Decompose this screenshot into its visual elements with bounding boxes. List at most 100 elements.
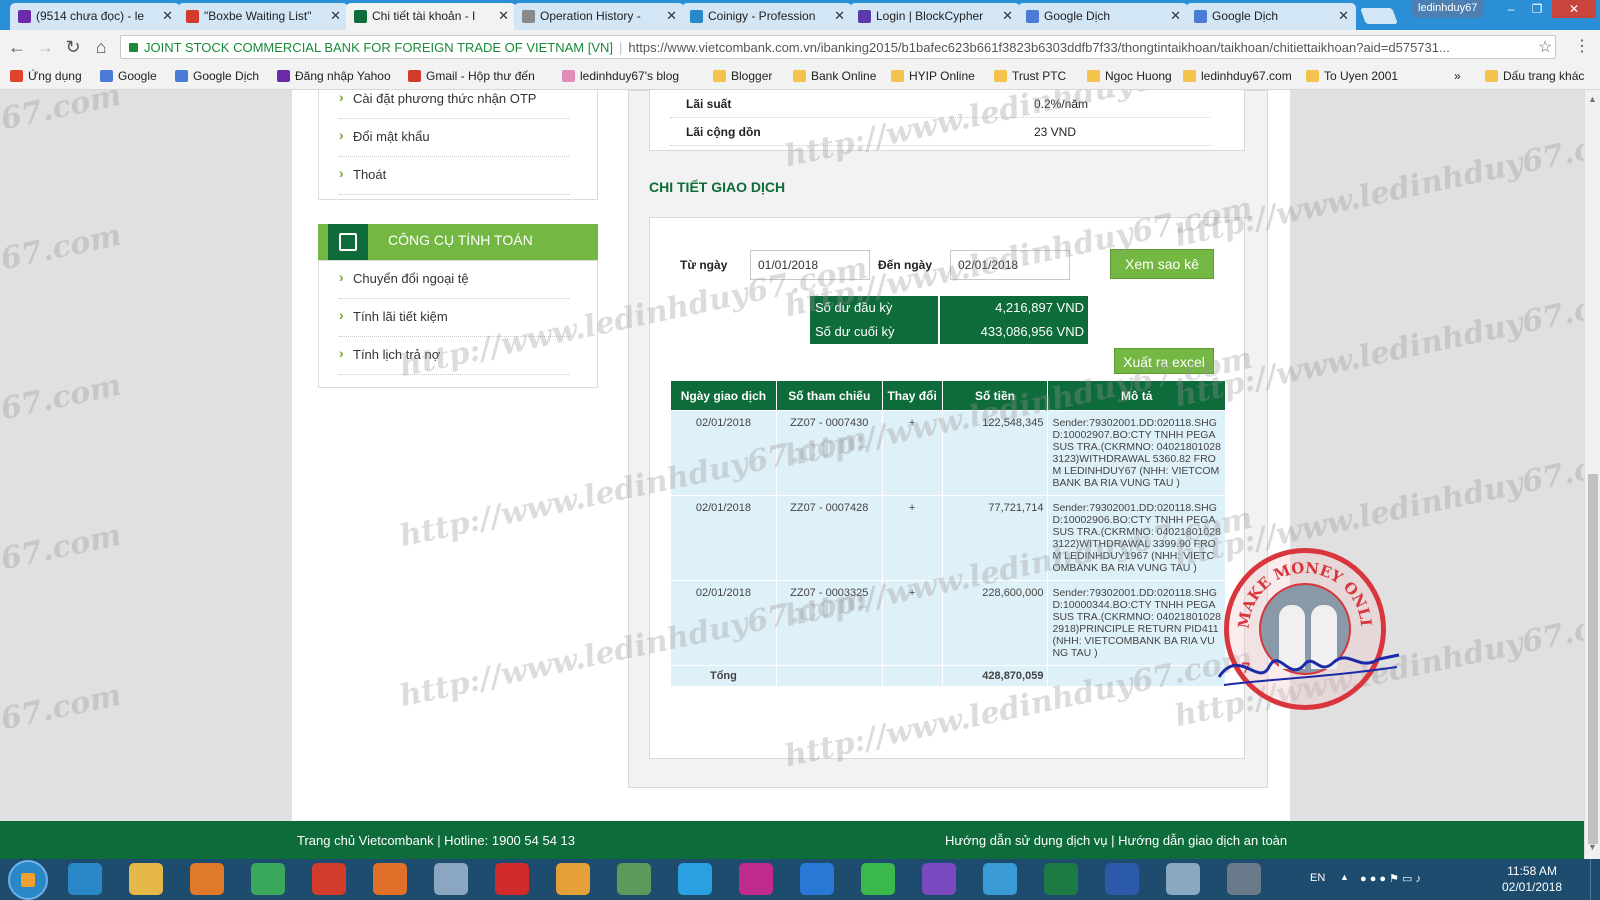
media-player-icon[interactable] xyxy=(190,863,224,895)
tab-close-icon[interactable]: ✕ xyxy=(330,8,341,24)
browser-tab[interactable]: Google Dịch ✕ xyxy=(1018,3,1188,30)
back-icon[interactable]: ← xyxy=(6,36,28,58)
forward-icon[interactable]: → xyxy=(34,36,56,58)
browser-tab[interactable]: Chi tiết tài khoản - I ✕ xyxy=(346,3,516,30)
tray-icons[interactable]: ● ● ● ⚑ ▭ ♪ xyxy=(1360,872,1421,885)
bookmark-item[interactable]: Blogger xyxy=(713,69,772,83)
account-menu-link[interactable]: › Thoát xyxy=(339,157,569,195)
tools-menu-link[interactable]: › Tính lãi tiết kiệm xyxy=(339,299,569,337)
bookmark-star-icon[interactable]: ☆ xyxy=(1538,37,1552,57)
wallet-icon[interactable] xyxy=(739,863,773,895)
scroll-down-icon[interactable]: ▼ xyxy=(1588,842,1597,852)
tab-favicon-icon xyxy=(690,10,703,23)
internet-explorer-icon[interactable] xyxy=(68,863,102,895)
scroll-up-icon[interactable]: ▲ xyxy=(1588,94,1597,104)
bookmark-item[interactable]: To Uyen 2001 xyxy=(1306,69,1398,83)
account-menu-link[interactable]: › Đổi mật khẩu xyxy=(339,119,569,157)
coccoc-icon[interactable] xyxy=(556,863,590,895)
tray-expand-icon[interactable]: ▲ xyxy=(1340,872,1349,882)
restore-icon[interactable]: ❐ xyxy=(1524,0,1550,18)
sync-icon[interactable] xyxy=(617,863,651,895)
bookmark-item[interactable]: Google Dịch xyxy=(175,69,259,83)
chevron-right-icon: › xyxy=(339,269,344,285)
bookmark-item[interactable]: Ngoc Huong xyxy=(1087,69,1172,83)
unikey-icon[interactable] xyxy=(312,863,346,895)
column-header-date[interactable]: Ngày giao dịch xyxy=(670,380,777,411)
bookmark-item[interactable]: ledinhduy67.com xyxy=(1183,69,1292,83)
export-excel-button[interactable]: Xuất ra excel xyxy=(1114,348,1214,374)
tab-close-icon[interactable]: ✕ xyxy=(666,8,677,24)
calculator-icon[interactable] xyxy=(1227,863,1261,895)
show-desktop-button[interactable] xyxy=(1590,859,1600,900)
bookmark-favicon-icon xyxy=(408,70,421,82)
tab-close-icon[interactable]: ✕ xyxy=(1170,8,1181,24)
view-statement-button[interactable]: Xem sao kê xyxy=(1110,249,1214,279)
bookmarks-overflow-icon[interactable]: » xyxy=(1454,69,1461,83)
section-title: CHI TIẾT GIAO DỊCH xyxy=(649,179,786,195)
footer-guides[interactable]: Hướng dẫn sử dụng dịch vụ | Hướng dẫn gi… xyxy=(945,833,1287,848)
close-window-icon[interactable]: ✕ xyxy=(1552,0,1596,18)
new-tab-button[interactable] xyxy=(1360,8,1398,24)
viber-icon[interactable] xyxy=(922,863,956,895)
flower-icon[interactable] xyxy=(861,863,895,895)
tab-title: (9514 chưa đọc) - le xyxy=(36,9,145,23)
zalo-icon[interactable] xyxy=(800,863,834,895)
address-bar[interactable]: JOINT STOCK COMMERCIAL BANK FOR FOREIGN … xyxy=(120,35,1556,59)
footer-home-hotline[interactable]: Trang chủ Vietcombank | Hotline: 1900 54… xyxy=(297,833,575,848)
bookmark-item[interactable]: Gmail - Hộp thư đến xyxy=(408,69,535,83)
folder-icon xyxy=(1485,70,1498,82)
excel-icon[interactable] xyxy=(1044,863,1078,895)
bookmark-item[interactable]: ledinhduy67's blog xyxy=(562,69,679,83)
firefox-icon[interactable] xyxy=(373,863,407,895)
account-menu-link[interactable]: › Cài đặt phương thức nhận OTP xyxy=(339,90,569,119)
telegram-icon[interactable] xyxy=(983,863,1017,895)
opera-icon[interactable] xyxy=(495,863,529,895)
file-explorer-icon[interactable] xyxy=(129,863,163,895)
language-indicator[interactable]: EN xyxy=(1310,872,1325,884)
word-icon[interactable] xyxy=(1105,863,1139,895)
reload-icon[interactable]: ↻ xyxy=(62,36,84,58)
column-header-amount[interactable]: Số tiền xyxy=(941,380,1049,411)
browser-tab[interactable]: Operation History - ✕ xyxy=(514,3,684,30)
start-button[interactable] xyxy=(8,860,48,900)
chrome-icon[interactable] xyxy=(251,863,285,895)
bookmarks-bar: Ứng dụng Google Google Dịch Đăng nhập Yahoo… xyxy=(0,64,1600,90)
tab-close-icon[interactable]: ✕ xyxy=(1338,8,1349,24)
tab-close-icon[interactable]: ✕ xyxy=(498,8,509,24)
minimize-icon[interactable]: – xyxy=(1498,0,1524,18)
browser-tab[interactable]: (9514 chưa đọc) - le ✕ xyxy=(10,3,180,30)
folder-icon xyxy=(713,70,726,82)
vertical-scrollbar[interactable]: ▲ ▼ xyxy=(1584,90,1600,859)
to-date-input[interactable]: 02/01/2018 xyxy=(950,250,1070,280)
account-info-row: Lãi cộng dồn 23 VND xyxy=(670,118,1210,146)
column-header-change[interactable]: Thay đổi xyxy=(881,380,943,411)
browser-menu-icon[interactable]: ⋮ xyxy=(1574,36,1590,56)
bookmark-item[interactable]: Google xyxy=(100,69,157,83)
bookmark-item[interactable]: Trust PTC xyxy=(994,69,1066,83)
tab-close-icon[interactable]: ✕ xyxy=(834,8,845,24)
browser-tab[interactable]: Login | BlockCypher ✕ xyxy=(850,3,1020,30)
bookmark-item[interactable]: HYIP Online xyxy=(891,69,975,83)
system-clock[interactable]: 11:58 AM 02/01/2018 xyxy=(1502,863,1562,895)
browser-tab[interactable]: Coinigy - Profession ✕ xyxy=(682,3,852,30)
scrollbar-thumb[interactable] xyxy=(1588,474,1598,844)
tab-close-icon[interactable]: ✕ xyxy=(1002,8,1013,24)
bookmark-item[interactable]: Bank Online xyxy=(793,69,876,83)
home-icon[interactable]: ⌂ xyxy=(90,36,112,58)
table-row: 02/01/2018 ZZ07 - 0003325 +228,600,000 Send… xyxy=(670,580,1226,666)
bookmark-item[interactable]: Đăng nhập Yahoo xyxy=(277,69,391,83)
notes-icon[interactable] xyxy=(1166,863,1200,895)
other-bookmarks[interactable]: Dấu trang khác xyxy=(1485,69,1584,83)
browser-tab[interactable]: "Boxbe Waiting List" ✕ xyxy=(178,3,348,30)
tools-menu-link[interactable]: › Tính lịch trả nợ xyxy=(339,337,569,375)
column-header-description[interactable]: Mô tả xyxy=(1047,380,1226,411)
browser-tab[interactable]: Google Dịch ✕ xyxy=(1186,3,1356,30)
skype-icon[interactable] xyxy=(678,863,712,895)
chrome-canary-icon[interactable] xyxy=(434,863,468,895)
tab-close-icon[interactable]: ✕ xyxy=(162,8,173,24)
column-header-reference[interactable]: Số tham chiếu xyxy=(775,380,883,411)
profile-button[interactable]: ledinhduy67 xyxy=(1412,0,1484,18)
from-date-input[interactable]: 01/01/2018 xyxy=(750,250,870,280)
apps-shortcut[interactable]: Ứng dụng xyxy=(10,69,82,83)
tools-menu-link[interactable]: › Chuyển đổi ngoại tệ xyxy=(339,261,569,299)
